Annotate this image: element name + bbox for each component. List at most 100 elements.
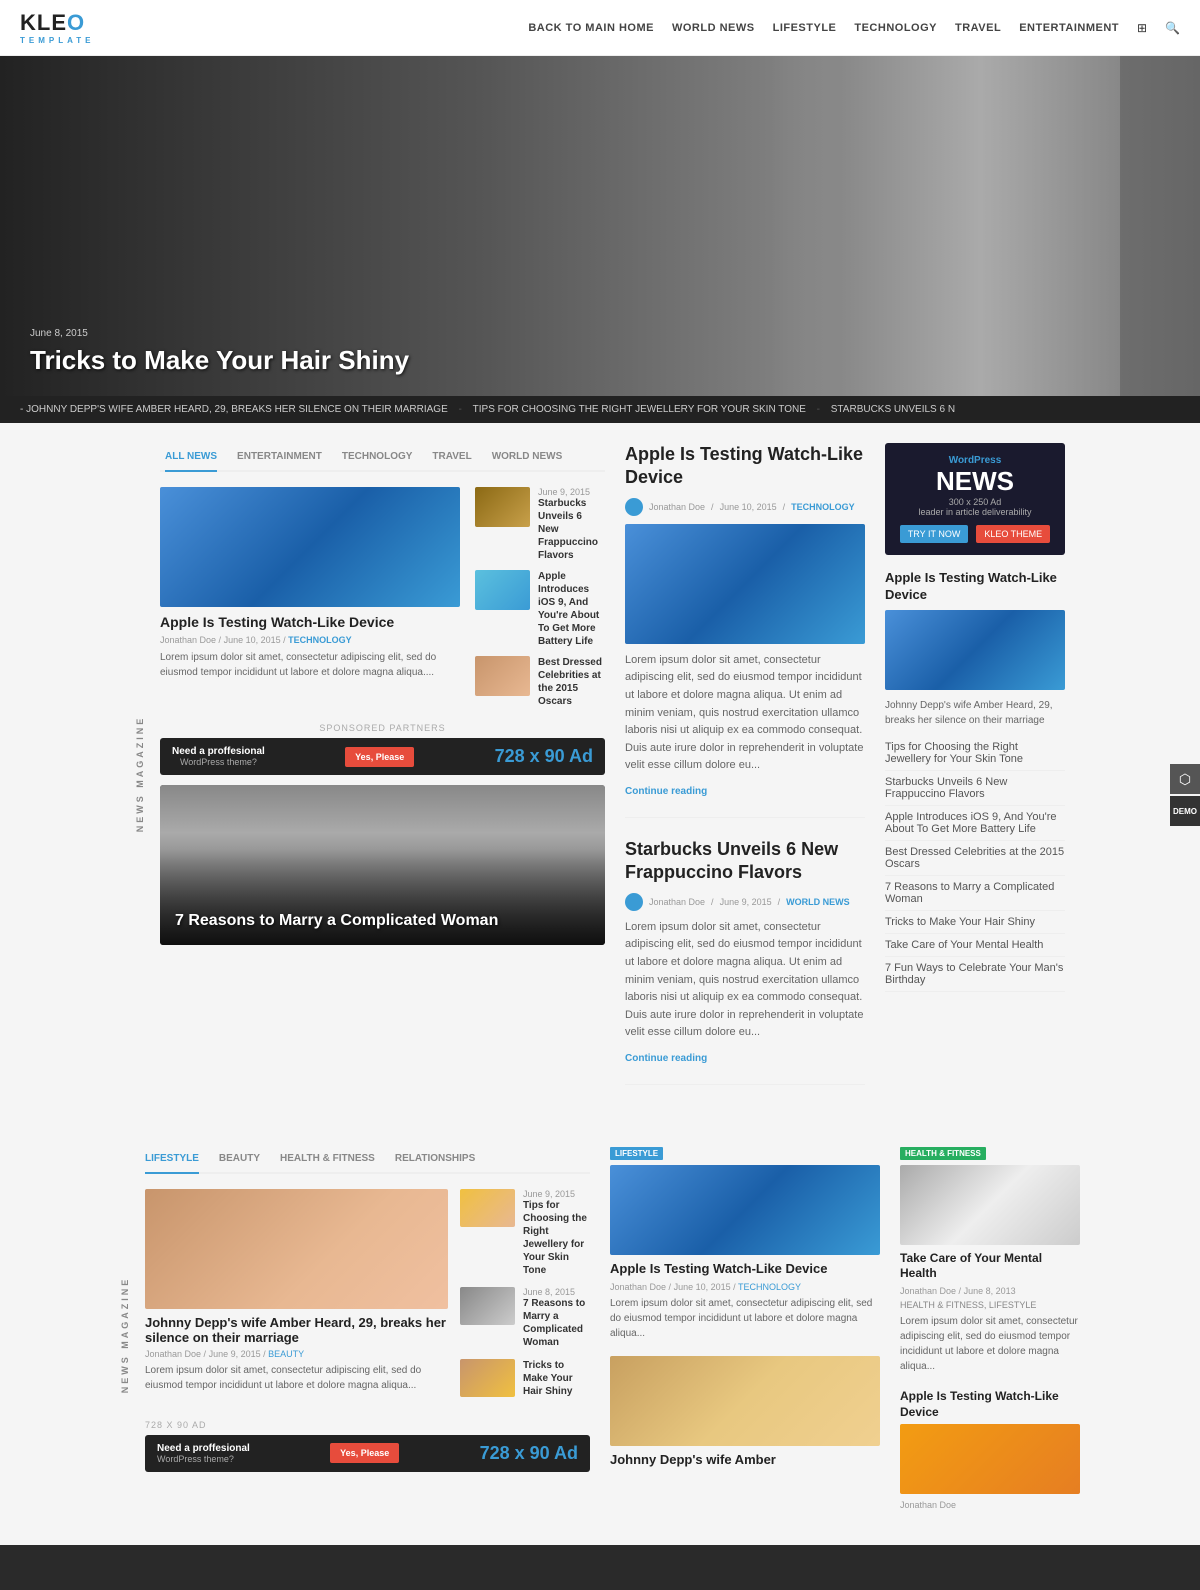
c2-cat: WORLD NEWS xyxy=(786,897,850,907)
tab-all-news[interactable]: ALL NEWS xyxy=(165,443,217,472)
side-article-1-title[interactable]: Starbucks Unveils 6 New Frappuccino Flav… xyxy=(538,497,605,562)
ls-tab-health[interactable]: HEALTH & FITNESS xyxy=(280,1145,375,1172)
sidebar-article: Apple Is Testing Watch-Like Device Johnn… xyxy=(885,570,1065,728)
ls-side-1-image xyxy=(460,1189,515,1227)
s2-card-1: LIFESTYLE Apple Is Testing Watch-Like De… xyxy=(610,1145,880,1341)
c2-date: June 9, 2015 xyxy=(720,897,772,907)
sidebar-kleo-button[interactable]: KLEO THEME xyxy=(976,525,1050,543)
ls-side-2: June 8, 2015 7 Reasons to Marry a Compli… xyxy=(460,1287,590,1349)
right-sidebar: WordPress NEWS 300 x 250 Ad leader in ar… xyxy=(885,443,1065,1105)
sidebar-link-3[interactable]: Apple Introduces iOS 9, And You're About… xyxy=(885,806,1065,841)
sidebar-link-6[interactable]: Tricks to Make Your Hair Shiny xyxy=(885,911,1065,934)
main-content: NEWS MAGAZINE ALL NEWS ENTERTAINMENT TEC… xyxy=(120,423,1080,1125)
ticker-item-2: TIPS FOR CHOOSING THE RIGHT JEWELLERY FO… xyxy=(473,404,806,415)
lifestyle-big-image xyxy=(145,1189,448,1309)
lifestyle-big-title[interactable]: Johnny Depp's wife Amber Heard, 29, brea… xyxy=(145,1315,448,1345)
side-article-1-image xyxy=(475,487,530,527)
author-avatar-2 xyxy=(625,893,643,911)
ad-yes-button[interactable]: Yes, Please xyxy=(345,747,414,767)
hero-content: June 8, 2015 Tricks to Make Your Hair Sh… xyxy=(0,308,439,396)
meta-date: June 10, 2015 xyxy=(224,635,281,645)
ls-side-1-title[interactable]: Tips for Choosing the Right Jewellery fo… xyxy=(523,1199,590,1277)
c1-author: Jonathan Doe xyxy=(649,502,705,512)
tab-world-news[interactable]: WORLD NEWS xyxy=(492,443,563,472)
side-article-1-date: June 9, 2015 xyxy=(538,487,605,497)
section2-center: LIFESTYLE Apple Is Testing Watch-Like De… xyxy=(610,1145,880,1525)
ticker-item-3: STARBUCKS UNVEILS 6 N xyxy=(831,404,955,415)
feature-card[interactable]: 7 Reasons to Marry a Complicated Woman xyxy=(160,785,605,945)
search-icon[interactable]: 🔍 xyxy=(1165,21,1180,35)
s2-card-2-title[interactable]: Johnny Depp's wife Amber xyxy=(610,1452,880,1469)
sidebar-ad-desc: leader in article deliverability xyxy=(897,507,1053,517)
continue-reading-2[interactable]: Continue reading xyxy=(625,1053,707,1064)
hero-section: June 8, 2015 Tricks to Make Your Hair Sh… xyxy=(0,56,1200,396)
s2-ad-sub: WordPress theme? xyxy=(157,1454,250,1464)
demo-button[interactable]: DEMO xyxy=(1170,796,1200,826)
ad-sub: WordPress theme? xyxy=(172,757,265,767)
tab-entertainment[interactable]: ENTERTAINMENT xyxy=(237,443,322,472)
s2-ad-button[interactable]: Yes, Please xyxy=(330,1443,399,1463)
sidebar-link-7[interactable]: Take Care of Your Mental Health xyxy=(885,934,1065,957)
main-article-card: Apple Is Testing Watch-Like Device Jonat… xyxy=(160,487,460,708)
s2-card-1-meta: Jonathan Doe / June 10, 2015 / TECHNOLOG… xyxy=(610,1282,880,1292)
sidebar-links-list: Tips for Choosing the Right Jewellery fo… xyxy=(885,736,1065,992)
s2r-card-2-title[interactable]: Apple Is Testing Watch-Like Device xyxy=(900,1389,1080,1420)
nav-travel[interactable]: TRAVEL xyxy=(955,22,1001,34)
nav-entertainment[interactable]: ENTERTAINMENT xyxy=(1019,22,1119,34)
nav-grid-icon[interactable]: ⊞ xyxy=(1137,21,1147,35)
sidebar-link-1[interactable]: Tips for Choosing the Right Jewellery fo… xyxy=(885,736,1065,771)
ls-side-3-title[interactable]: Tricks to Make Your Hair Shiny xyxy=(523,1359,590,1398)
center-article-2-title[interactable]: Starbucks Unveils 6 New Frappuccino Flav… xyxy=(625,838,865,885)
continue-reading-1[interactable]: Continue reading xyxy=(625,786,707,797)
ticker-sep-2: - xyxy=(459,404,465,415)
ls-side-2-title[interactable]: 7 Reasons to Marry a Complicated Woman xyxy=(523,1297,590,1349)
main-article-title[interactable]: Apple Is Testing Watch-Like Device xyxy=(160,613,460,631)
sidebar-link-2[interactable]: Starbucks Unveils 6 New Frappuccino Flav… xyxy=(885,771,1065,806)
ls-side-1-date: June 9, 2015 xyxy=(523,1189,590,1199)
nav-world-news[interactable]: WORLD NEWS xyxy=(672,22,755,34)
s2r-card-1-meta: Jonathan Doe / June 8, 2013 xyxy=(900,1286,1080,1296)
side-articles: June 9, 2015 Starbucks Unveils 6 New Fra… xyxy=(475,487,605,708)
tab-technology[interactable]: TECHNOLOGY xyxy=(342,443,413,472)
s2-card-1-image xyxy=(610,1165,880,1255)
center-column: Apple Is Testing Watch-Like Device Jonat… xyxy=(625,443,865,1105)
ticker-sep: - xyxy=(20,404,23,415)
sidebar-article-title[interactable]: Apple Is Testing Watch-Like Device xyxy=(885,570,1065,604)
center-article-1-title[interactable]: Apple Is Testing Watch-Like Device xyxy=(625,443,865,490)
s2r-card-1-title[interactable]: Take Care of Your Mental Health xyxy=(900,1251,1080,1282)
ls-side-2-image xyxy=(460,1287,515,1325)
lifestyle-section: NEWS MAGAZINE LIFESTYLE BEAUTY HEALTH & … xyxy=(0,1125,1200,1545)
news-magazine-section: NEWS MAGAZINE ALL NEWS ENTERTAINMENT TEC… xyxy=(135,443,605,1105)
sidebar-link-5[interactable]: 7 Reasons to Marry a Complicated Woman xyxy=(885,876,1065,911)
ad-banner: Need a proffesional WordPress theme? Yes… xyxy=(160,738,605,775)
hero-title[interactable]: Tricks to Make Your Hair Shiny xyxy=(30,345,409,376)
center-article-1-image xyxy=(625,524,865,644)
s2-card-2: Johnny Depp's wife Amber xyxy=(610,1356,880,1469)
nav-technology[interactable]: TECHNOLOGY xyxy=(854,22,937,34)
sidebar-ad-label: WordPress xyxy=(897,455,1053,466)
nav-lifestyle[interactable]: LIFESTYLE xyxy=(773,22,837,34)
site-header: KLEO TEMPLATE Back to Main Home WORLD NE… xyxy=(0,0,1200,56)
ls-tab-beauty[interactable]: BEAUTY xyxy=(219,1145,260,1172)
nav-back-home[interactable]: Back to Main Home xyxy=(528,22,654,34)
sidebar-link-4[interactable]: Best Dressed Celebrities at the 2015 Osc… xyxy=(885,841,1065,876)
center-article-2: Starbucks Unveils 6 New Frappuccino Flav… xyxy=(625,838,865,1085)
main-wrapper: NEWS MAGAZINE ALL NEWS ENTERTAINMENT TEC… xyxy=(0,423,1200,1125)
s2-card-1-title[interactable]: Apple Is Testing Watch-Like Device xyxy=(610,1261,880,1278)
side-article-2-title[interactable]: Apple Introduces iOS 9, And You're About… xyxy=(538,570,605,648)
share-button[interactable]: ⬡ xyxy=(1170,764,1200,794)
main-article-meta: Jonathan Doe / June 10, 2015 / TECHNOLOG… xyxy=(160,635,460,645)
side-article-3-title[interactable]: Best Dressed Celebrities at the 2015 Osc… xyxy=(538,656,605,708)
center-article-1-meta: Jonathan Doe / June 10, 2015 / TECHNOLOG… xyxy=(625,498,865,516)
ls-tab-relationships[interactable]: RELATIONSHIPS xyxy=(395,1145,475,1172)
sidebar-try-button[interactable]: TRY IT NOW xyxy=(900,525,969,543)
s2-badge-1: LIFESTYLE xyxy=(610,1147,663,1160)
logo-subtitle: TEMPLATE xyxy=(20,36,95,45)
sidebar-link-8[interactable]: 7 Fun Ways to Celebrate Your Man's Birth… xyxy=(885,957,1065,992)
site-logo[interactable]: KLEO TEMPLATE xyxy=(20,10,95,45)
ls-tab-lifestyle[interactable]: LIFESTYLE xyxy=(145,1145,199,1174)
s2c1-cat: TECHNOLOGY xyxy=(738,1282,801,1292)
tab-travel[interactable]: TRAVEL xyxy=(432,443,471,472)
articles-grid: Apple Is Testing Watch-Like Device Jonat… xyxy=(160,487,605,708)
news-ticker: - JOHNNY DEPP'S WIFE AMBER HEARD, 29, BR… xyxy=(0,396,1200,423)
